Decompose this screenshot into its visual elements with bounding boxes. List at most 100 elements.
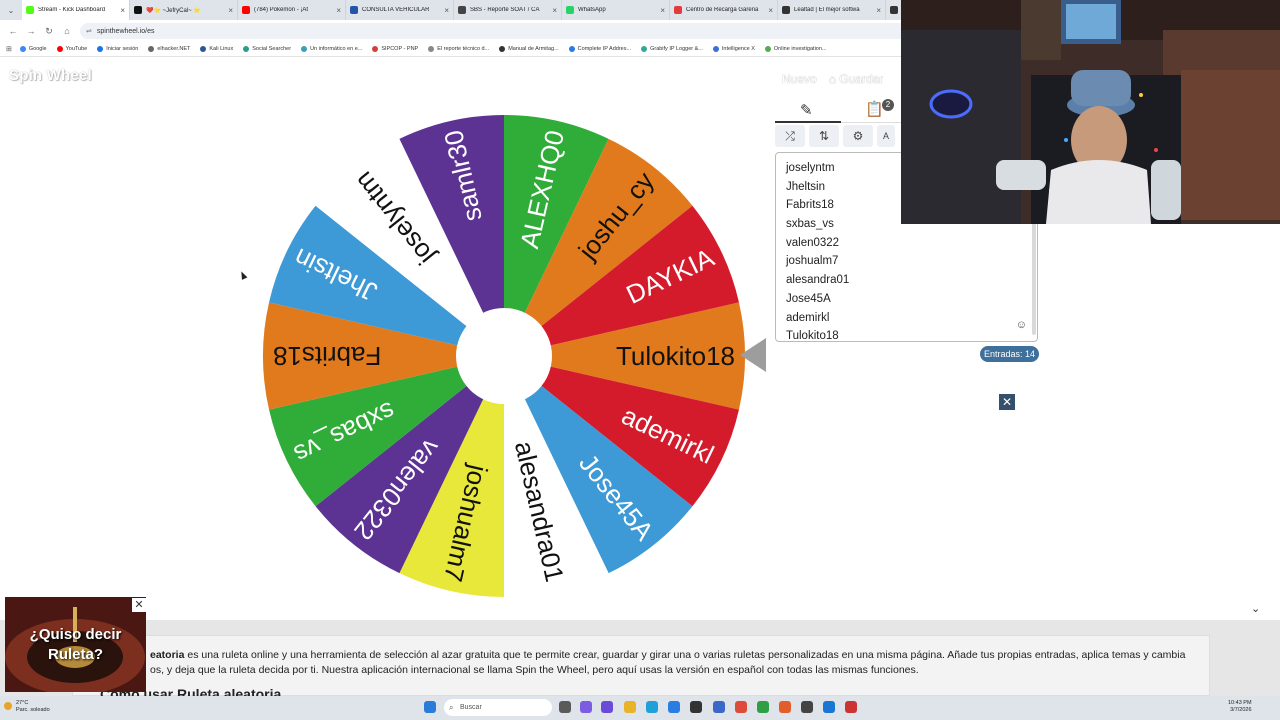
back-icon[interactable]: ← (4, 26, 22, 36)
obs-icon[interactable] (690, 701, 702, 713)
browser-tab[interactable]: Lealtad | El mejor softwa × (778, 0, 886, 20)
spin-wheel[interactable]: Tulokito18ademirklJose45Aalesandra01josh… (262, 114, 746, 598)
entry-line: Jose45A (786, 292, 831, 305)
edge-icon[interactable] (646, 701, 658, 713)
tab-close-icon[interactable]: × (444, 6, 449, 15)
wheel-center[interactable] (456, 308, 552, 404)
tab-title: WhatsApp (578, 7, 606, 13)
bookmark-item[interactable]: Google (19, 46, 47, 52)
browser-tab[interactable]: WhatsApp × (562, 0, 670, 20)
new-button[interactable]: Nuevo (782, 72, 817, 86)
browser-tab[interactable]: Stream - Kick Dashboard × (22, 0, 130, 20)
firefox-icon[interactable] (779, 701, 791, 713)
xbox-icon[interactable] (757, 701, 769, 713)
teams-icon[interactable] (601, 701, 613, 713)
tab-title: ❤️⭐ ~JefryCal~ ⭐ (146, 7, 201, 14)
bookmark-icon (499, 46, 506, 52)
clock[interactable]: 10:43 PM 3/7/2026 (1228, 700, 1252, 714)
ad-popup[interactable]: ¿Quiso decir Ruleta? ✕ (5, 597, 146, 692)
home-icon[interactable]: ⌂ (58, 26, 76, 36)
bookmark-item[interactable]: Intelligence X (712, 46, 755, 52)
bookmark-label: El reporte técnico d... (437, 46, 490, 52)
browser-tab[interactable]: (784) Pokémon - ¡At × (238, 0, 346, 20)
store-icon[interactable] (668, 701, 680, 713)
tab-close-icon[interactable]: × (876, 6, 881, 15)
tab-favicon-icon (782, 6, 790, 14)
photos-icon[interactable] (823, 701, 835, 713)
clipboard-icon[interactable]: 📋 (865, 100, 884, 118)
bookmark-label: Intelligence X (721, 46, 755, 52)
tab-favicon-icon (890, 6, 898, 14)
app-icon[interactable] (845, 701, 857, 713)
bookmark-item[interactable]: SIPCOP - PNP (372, 46, 418, 52)
bookmark-item[interactable]: Grabify IP Logger &... (641, 46, 703, 52)
ad-line2: Ruleta? (47, 646, 103, 663)
terminal-icon[interactable] (801, 701, 813, 713)
file-explorer-icon[interactable] (624, 701, 636, 713)
browser-tab[interactable]: ❤️⭐ ~JefryCal~ ⭐ × (130, 0, 238, 20)
vscode-icon[interactable] (713, 701, 725, 713)
bookmark-item[interactable]: Un informático en e... (301, 46, 362, 52)
close-icon[interactable]: ✕ (999, 394, 1015, 410)
webcam-overlay (901, 0, 1280, 224)
chevron-down-icon[interactable]: ⌄ (1251, 602, 1260, 615)
bookmark-item[interactable]: YouTube (56, 46, 87, 52)
weather-icon[interactable] (4, 702, 12, 710)
bookmark-label: Online investigation... (773, 46, 827, 52)
bookmark-item[interactable]: elhacker.NET (148, 46, 190, 52)
bookmark-item[interactable]: El reporte técnico d... (428, 46, 489, 52)
bookmark-item[interactable]: Kali Linux (200, 46, 233, 52)
bookmark-label: Social Searcher (252, 46, 292, 52)
reload-icon[interactable]: ↻ (40, 26, 58, 37)
search-icon: ⌕ (449, 703, 454, 712)
bookmark-label: SIPCOP - PNP (381, 46, 419, 52)
tab-close-icon[interactable]: × (120, 6, 125, 15)
save-icon: ⌂ (828, 72, 840, 86)
browser-tab[interactable]: Centro de Recarga Garena × (670, 0, 778, 20)
bookmark-label: Un informático en e... (310, 46, 363, 52)
weather-desc: Parc. soleado (16, 707, 50, 713)
site-logo[interactable]: Spin Wheel (9, 67, 92, 84)
tab-close-icon[interactable]: × (228, 6, 233, 15)
bookmark-icon (97, 46, 104, 52)
chrome-icon[interactable] (735, 701, 747, 713)
taskbar-search[interactable]: ⌕ Buscar (444, 699, 552, 716)
bookmark-item[interactable]: Manual de Armitag... (499, 46, 559, 52)
settings-icon[interactable]: ⚙ (843, 125, 873, 147)
emoji-icon[interactable]: ☺ (1016, 319, 1027, 331)
tab-close-icon[interactable]: × (552, 6, 557, 15)
task-view-icon[interactable] (559, 701, 571, 713)
bookmark-item[interactable]: Complete IP Addres... (568, 46, 631, 52)
pencil-icon[interactable]: ✎ (800, 101, 813, 119)
sort-icon[interactable]: ⇅ (809, 125, 839, 147)
bookmark-item[interactable]: Iniciar sesión (97, 46, 138, 52)
clock-date: 3/7/2026 (1230, 707, 1252, 713)
site-info-icon[interactable]: ⇌ (86, 27, 92, 35)
bookmark-item[interactable]: Social Searcher (243, 46, 291, 52)
url-input[interactable]: ⇌ spinthewheel.io/es (80, 23, 920, 39)
browser-tab[interactable]: SBS - Reporte SOAT / CA × (454, 0, 562, 20)
bookmark-item[interactable]: Online investigation... (764, 46, 827, 52)
weather-widget[interactable]: 27°C Parc. soleado (16, 700, 50, 714)
bookmark-icon (243, 46, 250, 52)
save-button[interactable]: ⌂ Guardar (829, 72, 884, 86)
tab-menu-icon[interactable]: ⌄ (0, 6, 22, 15)
apps-icon[interactable]: ⊞ (6, 45, 12, 53)
forward-icon[interactable]: → (22, 26, 40, 36)
info-body-1: es una ruleta online y una herramienta d… (184, 649, 1186, 661)
entry-line: alesandra01 (786, 274, 850, 287)
bookmark-icon (148, 46, 155, 52)
shuffle-icon[interactable]: ⤮ (775, 125, 805, 147)
add-image-button[interactable]: A (877, 125, 895, 147)
start-icon[interactable] (424, 701, 436, 713)
tab-close-icon[interactable]: × (336, 6, 341, 15)
entries-toolbar: ⤮ ⇅ ⚙ A (775, 125, 901, 149)
tab-close-icon[interactable]: × (768, 6, 773, 15)
entries-count-badge: Entradas: 14 (980, 346, 1040, 362)
browser-tab[interactable]: CONSULTA VEHICULAR × (346, 0, 454, 20)
bookmark-icon (428, 46, 435, 52)
copilot-icon[interactable] (580, 701, 592, 713)
ad-close-icon[interactable]: ✕ (132, 598, 146, 612)
tab-close-icon[interactable]: × (660, 6, 665, 15)
tab-title: (784) Pokémon - ¡At (254, 7, 309, 13)
